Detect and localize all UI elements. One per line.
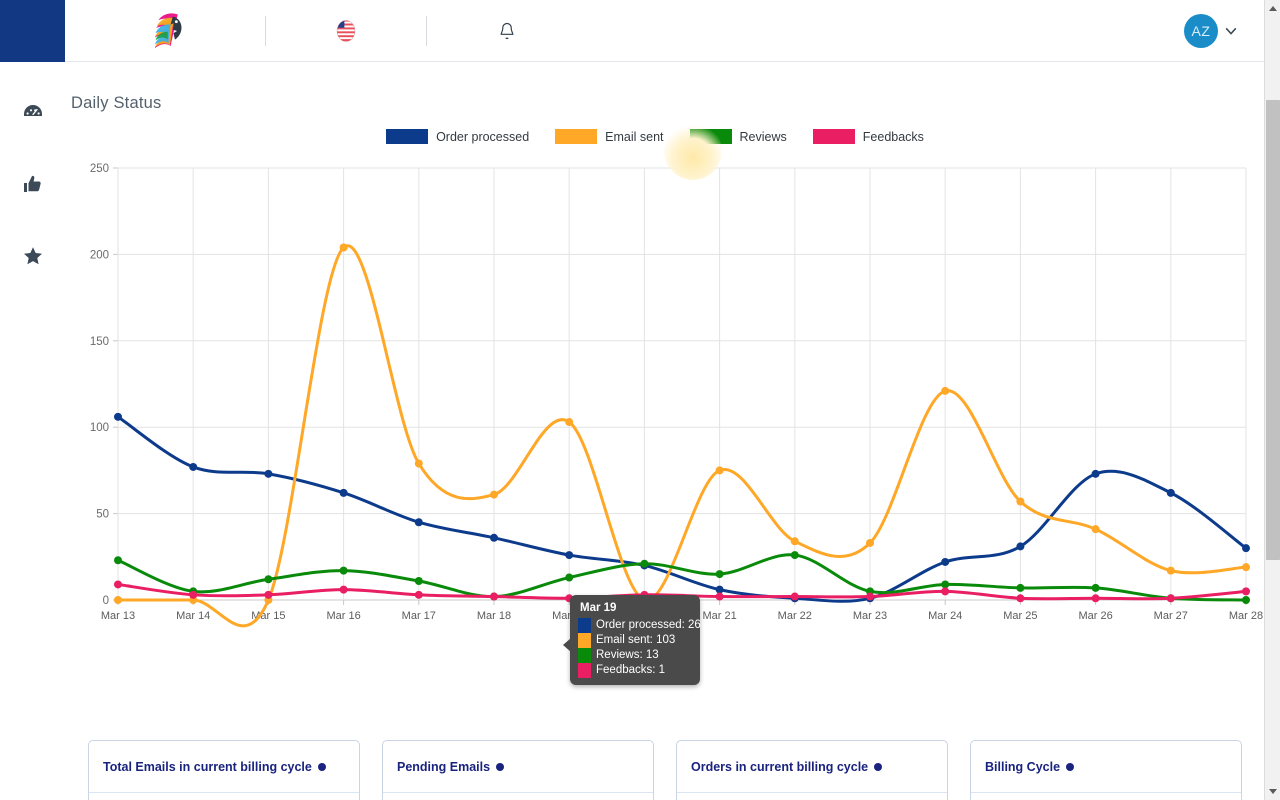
svg-text:100: 100 bbox=[90, 422, 109, 434]
legend-label: Email sent bbox=[605, 129, 664, 144]
chevron-down-icon bbox=[1225, 27, 1237, 35]
speedometer-icon[interactable] bbox=[21, 100, 45, 124]
chart-tooltip: Mar 19 Order processed: 26 Email sent: 1… bbox=[563, 595, 701, 685]
card-header: Pending Emails bbox=[383, 741, 653, 793]
legend-swatch bbox=[689, 129, 732, 144]
card-title: Total Emails in current billing cycle bbox=[103, 759, 312, 774]
card-title: Pending Emails bbox=[397, 759, 491, 774]
svg-text:Mar 21: Mar 21 bbox=[702, 610, 736, 622]
app-logo[interactable] bbox=[65, 0, 265, 62]
page-title: Daily Status bbox=[71, 94, 162, 112]
tooltip-swatch bbox=[578, 633, 591, 648]
info-dot-icon[interactable] bbox=[496, 762, 505, 771]
tooltip-text: Email sent: 103 bbox=[596, 634, 676, 646]
info-dot-icon[interactable] bbox=[874, 762, 883, 771]
legend-item-order-processed[interactable]: Order processed bbox=[386, 129, 529, 144]
chart-legend: Order processed Email sent Reviews Feedb… bbox=[66, 129, 1264, 144]
language-selector[interactable] bbox=[266, 18, 426, 44]
svg-text:Mar 28: Mar 28 bbox=[1229, 610, 1263, 622]
svg-text:250: 250 bbox=[90, 163, 109, 175]
chart-canvas: 050100150200250Mar 13 Mar 14 Mar 15 Mar 16 M… bbox=[90, 163, 1263, 628]
svg-text:Mar 27: Mar 27 bbox=[1154, 610, 1188, 622]
legend-label: Order processed bbox=[436, 129, 530, 144]
svg-text:200: 200 bbox=[90, 249, 109, 261]
svg-text:Mar 14: Mar 14 bbox=[176, 610, 210, 622]
card-billing-cycle[interactable]: Billing Cycle bbox=[970, 740, 1242, 800]
scroll-down-arrow-icon[interactable] bbox=[1265, 783, 1280, 800]
tooltip-swatch bbox=[578, 648, 591, 663]
tooltip-row: Feedbacks: 1 bbox=[578, 663, 692, 678]
summary-cards: Total Emails in current billing cycle Pe… bbox=[88, 740, 1258, 800]
tooltip-row: Order processed: 26 bbox=[578, 618, 701, 633]
top-navigation-bar: AZ bbox=[0, 0, 1264, 62]
card-total-emails[interactable]: Total Emails in current billing cycle bbox=[88, 740, 360, 800]
tooltip-title: Mar 19 bbox=[580, 602, 617, 614]
info-dot-icon[interactable] bbox=[1066, 762, 1075, 771]
legend-item-reviews[interactable]: Reviews bbox=[689, 129, 787, 144]
card-header: Orders in current billing cycle bbox=[677, 741, 947, 793]
tooltip-row: Email sent: 103 bbox=[578, 633, 692, 648]
svg-text:Mar 17: Mar 17 bbox=[402, 610, 436, 622]
scroll-up-arrow-icon[interactable] bbox=[1265, 0, 1280, 17]
thumbs-up-icon[interactable] bbox=[21, 172, 45, 196]
daily-status-line-chart[interactable]: 0 50 100 150 200 250 Mar 13 Mar 14 Mar 15 Mar 16 M… bbox=[66, 150, 1264, 685]
card-pending-emails[interactable]: Pending Emails bbox=[382, 740, 654, 800]
svg-text:Mar 26: Mar 26 bbox=[1078, 610, 1112, 622]
svg-text:Mar 16: Mar 16 bbox=[326, 610, 360, 622]
legend-label: Reviews bbox=[739, 129, 787, 144]
svg-text:Mar 25: Mar 25 bbox=[1003, 610, 1037, 622]
avatar: AZ bbox=[1184, 13, 1218, 48]
tooltip-text: Reviews: 13 bbox=[596, 649, 659, 661]
svg-text:Mar 22: Mar 22 bbox=[778, 610, 812, 622]
scrollbar-thumb[interactable] bbox=[1266, 100, 1280, 560]
card-header: Billing Cycle bbox=[971, 741, 1241, 793]
legend-swatch bbox=[555, 129, 598, 144]
legend-item-email-sent[interactable]: Email sent bbox=[555, 129, 664, 144]
main-content: Daily Status Order processed Email sent … bbox=[66, 62, 1264, 800]
svg-text:0: 0 bbox=[103, 595, 109, 607]
svg-text:50: 50 bbox=[96, 509, 109, 521]
tooltip-arrow bbox=[563, 638, 571, 652]
card-title: Billing Cycle bbox=[985, 759, 1061, 774]
legend-item-feedbacks[interactable]: Feedbacks bbox=[812, 129, 924, 144]
legend-swatch bbox=[812, 129, 855, 144]
info-dot-icon[interactable] bbox=[317, 762, 326, 771]
us-flag-icon bbox=[336, 19, 356, 42]
star-icon[interactable] bbox=[21, 244, 45, 268]
left-sidebar bbox=[0, 62, 66, 800]
brand-accent-block bbox=[0, 0, 65, 62]
card-header: Total Emails in current billing cycle bbox=[89, 741, 359, 793]
notification-bell-icon bbox=[500, 22, 514, 39]
svg-text:Mar 18: Mar 18 bbox=[477, 610, 511, 622]
series-order-processed bbox=[114, 412, 1250, 603]
tooltip-swatch bbox=[578, 663, 591, 678]
tooltip-text: Order processed: 26 bbox=[596, 619, 701, 631]
phoenix-logo-icon bbox=[154, 12, 182, 48]
page-scrollbar[interactable] bbox=[1264, 0, 1280, 800]
card-orders-billing-cycle[interactable]: Orders in current billing cycle bbox=[676, 740, 948, 800]
tooltip-row: Reviews: 13 bbox=[578, 648, 692, 663]
notifications-button[interactable] bbox=[427, 20, 587, 42]
svg-text:Mar 24: Mar 24 bbox=[928, 610, 962, 622]
svg-text:Mar 13: Mar 13 bbox=[101, 610, 135, 622]
card-title: Orders in current billing cycle bbox=[691, 759, 869, 774]
tooltip-swatch bbox=[578, 618, 591, 633]
svg-text:Mar 23: Mar 23 bbox=[853, 610, 887, 622]
svg-text:150: 150 bbox=[90, 336, 109, 348]
legend-label: Feedbacks bbox=[862, 129, 924, 144]
legend-swatch bbox=[386, 129, 429, 144]
user-menu[interactable]: AZ bbox=[1184, 13, 1264, 48]
tooltip-text: Feedbacks: 1 bbox=[596, 664, 666, 676]
